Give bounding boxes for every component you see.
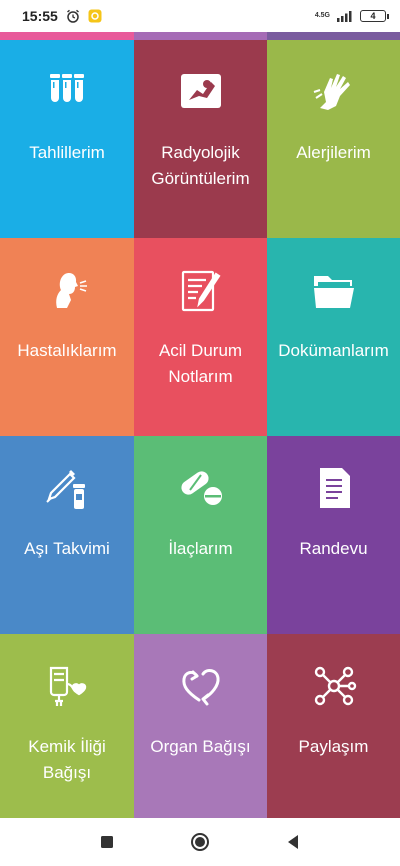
strip-segment-2 — [134, 32, 267, 40]
back-button[interactable] — [273, 822, 313, 862]
pills-icon — [177, 464, 225, 512]
square-icon — [100, 836, 113, 848]
strip-segment-3 — [267, 32, 400, 40]
tile-kemik-iligi-bagisi[interactable]: Kemik İliği Bağışı — [0, 634, 134, 818]
tile-label: Aşı Takvimi — [24, 539, 110, 558]
folder-icon — [310, 266, 358, 314]
tile-tahlillerim[interactable]: Tahlillerim — [0, 40, 134, 238]
heart-arrow-icon — [177, 662, 225, 710]
tile-label: Radyolojik Görüntülerim — [151, 143, 250, 188]
xray-image-icon — [177, 68, 225, 116]
triangle-back-icon — [288, 835, 299, 849]
document-icon — [310, 464, 358, 512]
menu-grid: Tahlillerim Radyolojik Görüntülerim Aler… — [0, 40, 400, 818]
app-screen: 15:55 4.5G 4 Tahlillerim Radyolojik Görü… — [0, 0, 400, 866]
alarm-clock-icon — [66, 9, 80, 23]
strip-segment-1 — [0, 32, 134, 40]
tile-alerjilerim[interactable]: Alerjilerim — [267, 40, 400, 238]
tile-label: İlaçlarım — [168, 539, 233, 558]
tile-acil-durum-notlarim[interactable]: Acil Durum Notlarım — [134, 238, 267, 436]
tile-label: Randevu — [299, 539, 368, 558]
tile-hastaliklarim[interactable]: Hastalıklarım — [0, 238, 134, 436]
tile-asi-takvimi[interactable]: Aşı Takvimi — [0, 436, 134, 634]
header-color-strip — [0, 32, 400, 40]
test-tubes-icon — [43, 68, 91, 116]
coughing-person-icon — [43, 266, 91, 314]
status-time: 15:55 — [22, 8, 58, 24]
tile-label: Organ Bağışı — [150, 737, 251, 756]
tile-label: Alerjilerim — [296, 143, 371, 162]
notes-pencil-icon — [177, 266, 225, 314]
share-network-icon — [310, 662, 358, 710]
tile-label: Tahlillerim — [29, 143, 105, 162]
battery-icon: 4 — [360, 10, 389, 22]
tile-label: Kemik İliği Bağışı — [28, 737, 106, 782]
tile-label: Acil Durum Notlarım — [158, 341, 243, 386]
tile-paylasim[interactable]: Paylaşım — [267, 634, 400, 818]
tile-ilaclarim[interactable]: İlaçlarım — [134, 436, 267, 634]
status-bar: 15:55 4.5G 4 — [0, 0, 400, 32]
tile-randevu[interactable]: Randevu — [267, 436, 400, 634]
tile-label: Hastalıklarım — [17, 341, 117, 360]
notification-app-icon — [88, 9, 102, 23]
home-button[interactable] — [180, 822, 220, 862]
recents-button[interactable] — [87, 822, 127, 862]
circle-icon — [190, 833, 209, 851]
navigation-bar — [0, 818, 400, 866]
tile-label: Paylaşım — [298, 737, 369, 756]
network-type-label: 4.5G — [314, 12, 330, 19]
tile-radyolojik-goruntulerim[interactable]: Radyolojik Görüntülerim — [134, 40, 267, 238]
syringe-vial-icon — [43, 464, 91, 512]
tile-label: Dokümanlarım — [278, 341, 389, 360]
tile-dokumanlarim[interactable]: Dokümanlarım — [267, 238, 400, 436]
signal-strength-icon — [336, 10, 354, 22]
allergy-glove-icon — [310, 68, 358, 116]
iv-bag-heart-icon — [43, 662, 91, 710]
tile-organ-bagisi[interactable]: Organ Bağışı — [134, 634, 267, 818]
